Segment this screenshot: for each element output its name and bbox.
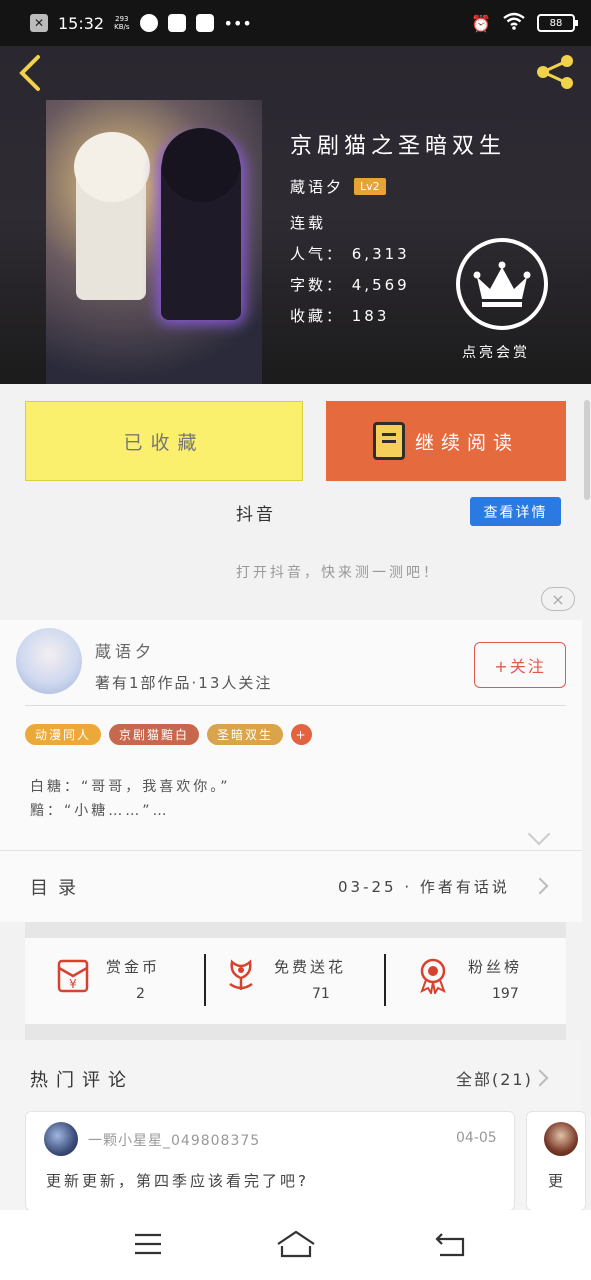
app-notification-icon xyxy=(139,14,158,32)
gold-coin-value: 2 xyxy=(136,986,145,1002)
menu-button[interactable] xyxy=(128,1224,168,1264)
word-count: 字数： 4,569 xyxy=(290,276,410,294)
network-speed: 293 KB/s xyxy=(114,15,130,31)
fan-ranking-label: 粉丝榜 xyxy=(468,958,523,976)
section-divider xyxy=(25,1024,566,1040)
comment-date: 04-05 xyxy=(456,1130,497,1146)
message-notification-icon xyxy=(195,14,214,32)
catalog-label: 目录 xyxy=(30,878,86,899)
author-avatar[interactable] xyxy=(16,628,82,694)
crown-icon xyxy=(473,261,531,307)
status-bar: ✕ 15:32 293 KB/s ••• ⏰ 88 xyxy=(0,0,591,46)
section-divider xyxy=(25,922,566,938)
svg-text:¥: ¥ xyxy=(69,977,77,991)
tag-list: 动漫同人 京剧猫黯白 圣暗双生 + xyxy=(25,724,313,745)
author-name[interactable]: 蔵语夕 xyxy=(95,638,155,662)
free-flower-value: 71 xyxy=(312,986,330,1002)
view-details-button[interactable]: 查看详情 xyxy=(470,497,561,526)
notification-close-icon: ✕ xyxy=(30,14,48,32)
share-icon xyxy=(537,55,573,89)
continue-reading-button[interactable]: 继续阅读 xyxy=(326,401,566,481)
commenter-avatar[interactable] xyxy=(544,1122,578,1156)
collection-count: 收藏： 183 xyxy=(290,307,390,325)
tag-jingju-mao[interactable]: 京剧猫黯白 xyxy=(109,724,200,745)
book-cover-image[interactable] xyxy=(46,100,262,384)
continue-reading-label: 继续阅读 xyxy=(414,431,519,454)
comment-text: 更新更新，第四季应该看完了吧? xyxy=(46,1172,309,1190)
free-flower-label: 免费送花 xyxy=(274,958,347,976)
battery-icon: 88 xyxy=(537,14,578,32)
collected-button[interactable]: 已收藏 xyxy=(25,401,303,481)
share-button[interactable] xyxy=(533,52,579,92)
scrollbar[interactable] xyxy=(584,400,590,500)
commenter-avatar[interactable] xyxy=(44,1122,78,1156)
divider xyxy=(25,705,566,706)
follow-button[interactable]: +关注 xyxy=(474,642,566,688)
comment-text: 更 xyxy=(548,1172,564,1190)
back-icon xyxy=(435,1233,465,1257)
add-tag-button[interactable]: + xyxy=(291,724,313,745)
wifi-icon xyxy=(503,12,525,34)
more-notifications-icon: ••• xyxy=(223,13,252,33)
level-badge: Lv2 xyxy=(354,178,386,195)
author-row: 蔵语夕 Lv2 xyxy=(290,176,386,197)
douyin-section-title: 抖音 xyxy=(236,505,276,525)
book-header: 京剧猫之圣暗双生 蔵语夕 Lv2 连载 人气： 6,313 字数： 4,569 … xyxy=(0,46,591,384)
stat-separator xyxy=(384,954,386,1006)
fan-ranking-value: 197 xyxy=(492,986,519,1002)
all-comments-link[interactable]: 全部(21) xyxy=(456,1066,533,1090)
status-time: 15:32 xyxy=(58,13,105,33)
gold-coin-label: 赏金币 xyxy=(106,958,161,976)
tag-anime-fanfic[interactable]: 动漫同人 xyxy=(25,724,102,745)
commenter-name[interactable]: 一颗小星星_049808375 xyxy=(88,1130,260,1150)
blurb-line-1: 白糖：“哥哥，我喜欢你。” xyxy=(30,779,231,795)
home-button[interactable] xyxy=(274,1224,318,1264)
gold-coin-icon: ¥ xyxy=(57,959,89,993)
fan-ranking-stat[interactable]: 粉丝榜 197 xyxy=(414,956,564,1006)
comment-card[interactable] xyxy=(25,1111,515,1211)
video-notification-icon xyxy=(167,14,186,32)
tag-sheng-an[interactable]: 圣暗双生 xyxy=(207,724,284,745)
free-flower-stat[interactable]: 免费送花 71 xyxy=(222,956,372,1006)
catalog-info: 03-25 · 作者有话说 xyxy=(338,878,510,896)
back-button[interactable] xyxy=(16,54,50,91)
medal-icon xyxy=(420,958,446,994)
alarm-icon: ⏰ xyxy=(471,13,491,33)
popularity: 人气： 6,313 xyxy=(290,245,410,263)
menu-icon xyxy=(135,1233,161,1255)
reward-button[interactable] xyxy=(456,238,548,330)
book-icon xyxy=(372,422,405,460)
blurb-line-2: 黯：“小糖……”… xyxy=(30,803,170,819)
hot-comments-title: 热门评论 xyxy=(30,1070,134,1091)
stat-separator xyxy=(204,954,206,1006)
author-name-link[interactable]: 蔵语夕 xyxy=(290,176,344,197)
reward-label: 点亮会赏 xyxy=(462,345,530,361)
gold-coin-stat[interactable]: ¥ 赏金币 2 xyxy=(54,956,194,1006)
chevron-left-icon xyxy=(19,55,40,91)
serial-status: 连载 xyxy=(290,214,327,232)
flower-icon xyxy=(229,959,253,990)
douyin-hint: 打开抖音，快来测一测吧！ xyxy=(236,565,440,581)
book-title: 京剧猫之圣暗双生 xyxy=(290,134,507,159)
author-stats: 著有1部作品·13人关注 xyxy=(95,674,273,692)
home-icon xyxy=(277,1230,315,1258)
close-ad-button[interactable]: × xyxy=(541,587,575,611)
back-nav-button[interactable] xyxy=(430,1224,470,1264)
